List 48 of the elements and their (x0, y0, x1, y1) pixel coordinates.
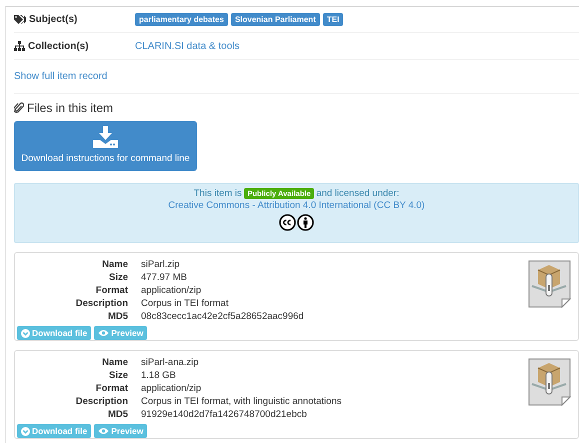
field-label: Size (108, 369, 128, 382)
field-label: Description (74, 395, 128, 408)
field-value: Corpus in TEI format (141, 297, 230, 310)
field-value: siParl.zip (141, 258, 181, 271)
field-value: application/zip (141, 284, 202, 297)
license-link[interactable]: Creative Commons - Attribution 4.0 International (CC BY 4.0) (168, 200, 425, 211)
field-value: siParl-ana.zip (141, 356, 200, 369)
paperclip-icon (14, 102, 24, 114)
field-value: Corpus in TEI format, with linguistic annotations (141, 395, 342, 408)
field-value: 08c83cecc1ac42e2cf5a28652aac996d (141, 310, 305, 323)
zip-file-icon (528, 260, 571, 308)
field-label: Format (94, 284, 128, 297)
eye-icon (98, 329, 110, 337)
cc-icon (279, 214, 296, 231)
field-value: 1.18 GB (141, 369, 177, 382)
license-text: and licensed under: (316, 188, 400, 199)
download-file-button[interactable]: Download file (17, 326, 92, 340)
preview-button[interactable]: Preview (94, 424, 148, 438)
person-icon (297, 214, 314, 231)
tags-icon (14, 14, 26, 24)
subject-tag[interactable]: Slovenian Parliament (230, 13, 320, 26)
field-value: 477.97 MB (141, 271, 188, 284)
license-text: This item is (194, 188, 242, 199)
field-label: Description (74, 297, 128, 310)
show-full-record-link[interactable]: Show full item record (14, 71, 108, 82)
field-value: 91929e140d2d7fa1426748700d21ebcb (141, 408, 308, 421)
field-label: Subject(s) (29, 14, 78, 25)
field-label: Collection(s) (28, 40, 89, 52)
chevron-down-icon (21, 328, 30, 338)
field-label: MD5 (106, 408, 128, 421)
field-label: MD5 (106, 310, 128, 323)
download-file-button[interactable]: Download file (17, 424, 92, 438)
section-heading: Files in this item (27, 101, 114, 115)
field-value: application/zip (141, 382, 202, 395)
field-label: Name (101, 356, 128, 369)
chevron-down-icon (21, 426, 30, 436)
zip-file-icon (528, 358, 571, 406)
download-instructions-button[interactable]: Download instructions for command line (14, 121, 197, 171)
field-label: Format (94, 382, 128, 395)
sitemap-icon (14, 41, 25, 51)
subject-tag[interactable]: parliamentary debates (135, 13, 228, 26)
subject-tag[interactable]: TEI (322, 13, 344, 26)
preview-button[interactable]: Preview (94, 326, 148, 340)
collection-link[interactable]: CLARIN.SI data & tools (135, 40, 240, 52)
field-label: Size (108, 271, 128, 284)
download-icon (93, 126, 118, 148)
field-label: Name (101, 258, 128, 271)
eye-icon (98, 427, 110, 435)
